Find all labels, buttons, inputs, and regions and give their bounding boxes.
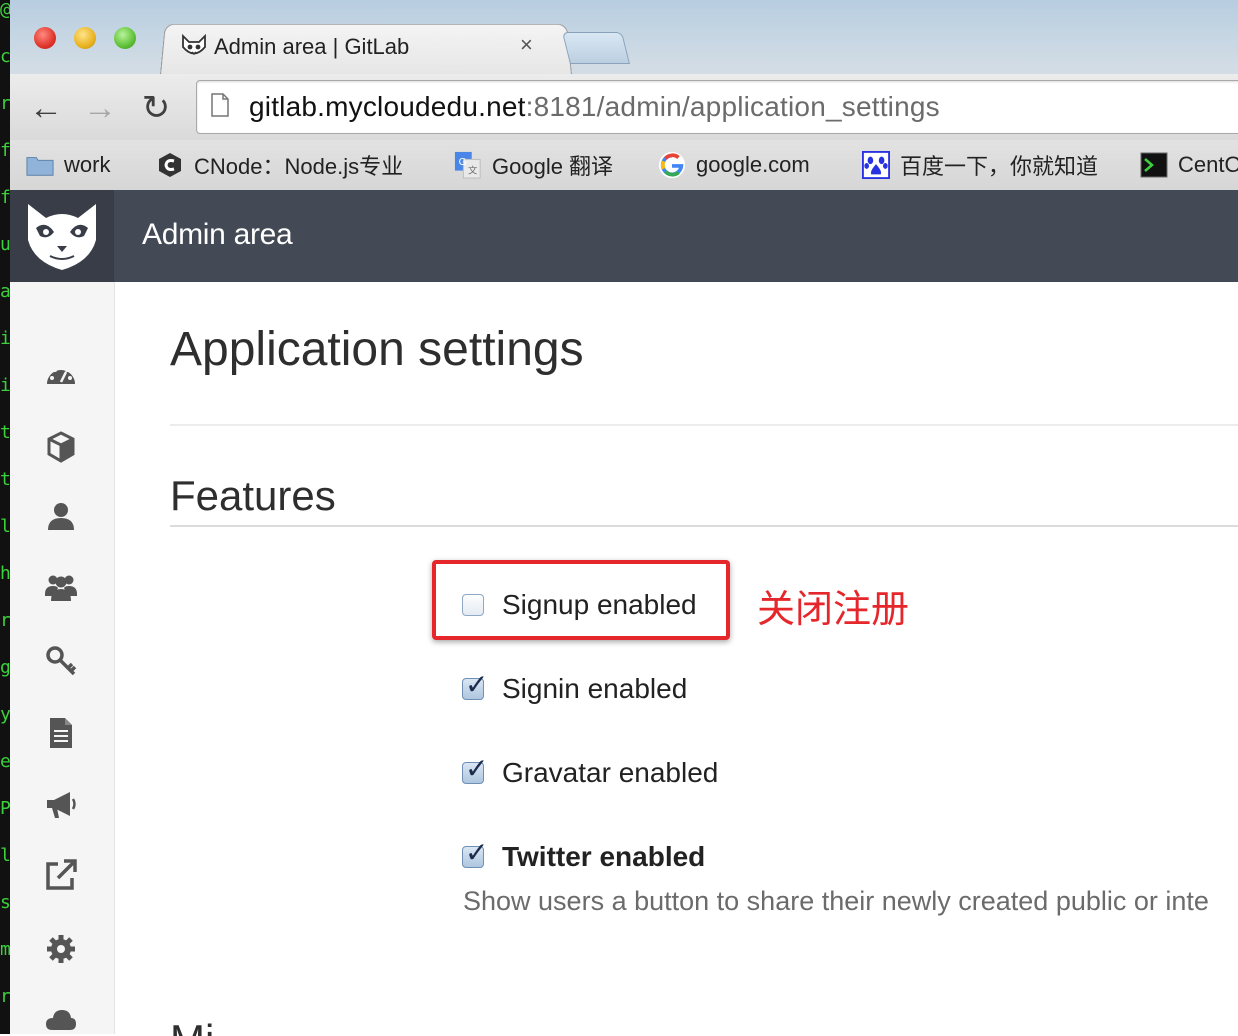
bookmarks-bar: work CNode：Node.js专业 G 文 Google 翻译 googl… (10, 140, 1238, 191)
zoom-window-button[interactable] (114, 27, 136, 49)
url-path: :8181/admin/application_settings (525, 91, 940, 122)
tab-close-icon[interactable]: × (520, 32, 533, 58)
signin-enabled-checkbox[interactable]: ✓ (462, 671, 488, 700)
reload-button[interactable]: ↻ (136, 88, 176, 128)
main-content: Application settings Features Signup ena… (115, 282, 1238, 1036)
terminal-icon (1140, 152, 1168, 178)
bookmark-label: 百度一下，你就知道 (900, 154, 1099, 179)
signin-enabled-option[interactable]: ✓ Signin enabled (462, 671, 687, 705)
bookmark-label: google.com (696, 152, 810, 177)
terminal-glyph: @ (0, 0, 10, 20)
features-section-title: Features (170, 472, 336, 519)
terminal-glyph: t (0, 422, 10, 443)
gear-icon[interactable] (44, 932, 78, 966)
terminal-glyph: c (0, 46, 10, 67)
page-title: Application settings (170, 323, 584, 376)
new-tab-button[interactable] (562, 32, 630, 64)
terminal-glyph: t (0, 469, 10, 490)
address-bar[interactable]: gitlab.mycloudedu.net:8181/admin/applica… (196, 80, 1238, 134)
checkmark-icon: ✓ (465, 837, 489, 868)
gitlab-favicon-icon (182, 34, 206, 56)
bookmark-cnode[interactable]: CNode：Node.js专业 (156, 150, 403, 180)
address-url[interactable]: gitlab.mycloudedu.net:8181/admin/applica… (249, 91, 940, 123)
checkbox-label[interactable]: Signin enabled (502, 673, 687, 705)
cnode-icon (159, 153, 181, 177)
terminal-glyph: l (0, 516, 10, 537)
terminal-glyph: g (0, 657, 10, 678)
app-header: Admin area (10, 190, 1238, 282)
document-icon[interactable] (44, 716, 78, 750)
header-title[interactable]: Admin area (142, 218, 293, 252)
back-button[interactable]: ← (26, 88, 66, 128)
folder-icon (26, 157, 54, 176)
divider (170, 525, 1238, 527)
external-link-icon[interactable] (44, 858, 78, 892)
checkmark-icon: ✓ (465, 669, 489, 700)
key-icon[interactable] (44, 644, 78, 678)
browser-toolbar: ← → ↻ gitlab.mycloudedu.net:8181/admin/a… (10, 74, 1238, 140)
terminal-glyph: h (0, 563, 10, 584)
megaphone-icon[interactable] (44, 788, 78, 822)
annotation-text: 关闭注册 (757, 587, 910, 631)
minimize-window-button[interactable] (74, 27, 96, 49)
terminal-glyph: l (0, 845, 10, 866)
bookmark-label: work (64, 152, 111, 177)
baidu-paw-icon (862, 151, 890, 179)
bookmark-work[interactable]: work (26, 150, 110, 180)
terminal-glyph: y (0, 704, 10, 725)
forward-button[interactable]: → (80, 88, 120, 128)
next-section-title: Mi (170, 1016, 214, 1036)
bookmark-label: CNode：Node.js专业 (194, 154, 404, 179)
bookmark-google[interactable]: google.com (658, 150, 810, 180)
bookmark-label: Google 翻译 (492, 154, 614, 179)
background-terminal-strip: @ c r f f u a i i t t l h r g y e Pl s m r (0, 0, 10, 1034)
terminal-glyph: e (0, 751, 10, 772)
divider (170, 424, 1238, 426)
bookmark-centos[interactable]: CentO (1140, 150, 1238, 180)
terminal-glyph: i (0, 375, 10, 396)
gravatar-enabled-checkbox[interactable]: ✓ (462, 755, 488, 784)
bookmark-baidu[interactable]: 百度一下，你就知道 (862, 150, 1098, 180)
close-window-button[interactable] (34, 27, 56, 49)
twitter-enabled-checkbox[interactable]: ✓ (462, 839, 488, 868)
twitter-help-text: Show users a button to share their newly… (463, 886, 1209, 916)
terminal-glyph: u (0, 234, 10, 255)
gitlab-fox-logo (28, 204, 96, 270)
terminal-glyph: r (0, 610, 10, 631)
group-icon[interactable] (44, 570, 78, 604)
terminal-glyph: i (0, 328, 10, 349)
terminal-glyph: P (0, 798, 10, 819)
browser-chrome: Admin area | GitLab × ← → ↻ gitlab.myclo… (10, 0, 1238, 191)
cube-icon[interactable] (44, 430, 78, 464)
svg-text:文: 文 (468, 164, 477, 176)
terminal-glyph: m (0, 939, 10, 960)
terminal-glyph: f (0, 140, 10, 161)
terminal-glyph: f (0, 187, 10, 208)
dashboard-icon[interactable] (44, 358, 78, 392)
tab-strip: Admin area | GitLab × (10, 0, 1238, 75)
google-icon (658, 151, 686, 179)
gravatar-enabled-option[interactable]: ✓ Gravatar enabled (462, 755, 718, 789)
bookmark-google-translate[interactable]: G 文 Google 翻译 (454, 150, 613, 180)
terminal-glyph: s (0, 892, 10, 913)
active-tab-content[interactable]: Admin area | GitLab × (176, 30, 556, 70)
svg-text:G: G (459, 157, 467, 168)
terminal-glyph: a (0, 281, 10, 302)
bookmark-label: CentO (1178, 152, 1238, 177)
page-icon (211, 93, 229, 117)
admin-sidebar (10, 282, 115, 1034)
home-link[interactable] (10, 190, 114, 282)
checkmark-icon: ✓ (465, 753, 489, 784)
checkbox-label[interactable]: Twitter enabled (502, 841, 705, 873)
google-translate-icon: G 文 (454, 151, 481, 179)
checkbox-label[interactable]: Gravatar enabled (502, 757, 718, 789)
url-host: gitlab.mycloudedu.net (249, 91, 526, 122)
user-icon[interactable] (44, 500, 78, 534)
terminal-glyph: r (0, 986, 10, 1007)
twitter-enabled-option[interactable]: ✓ Twitter enabled (462, 839, 705, 873)
terminal-glyph: r (0, 93, 10, 114)
annotation-highlight-box (432, 560, 730, 640)
cloud-icon[interactable] (44, 1002, 78, 1036)
tab-title: Admin area | GitLab (214, 34, 410, 59)
